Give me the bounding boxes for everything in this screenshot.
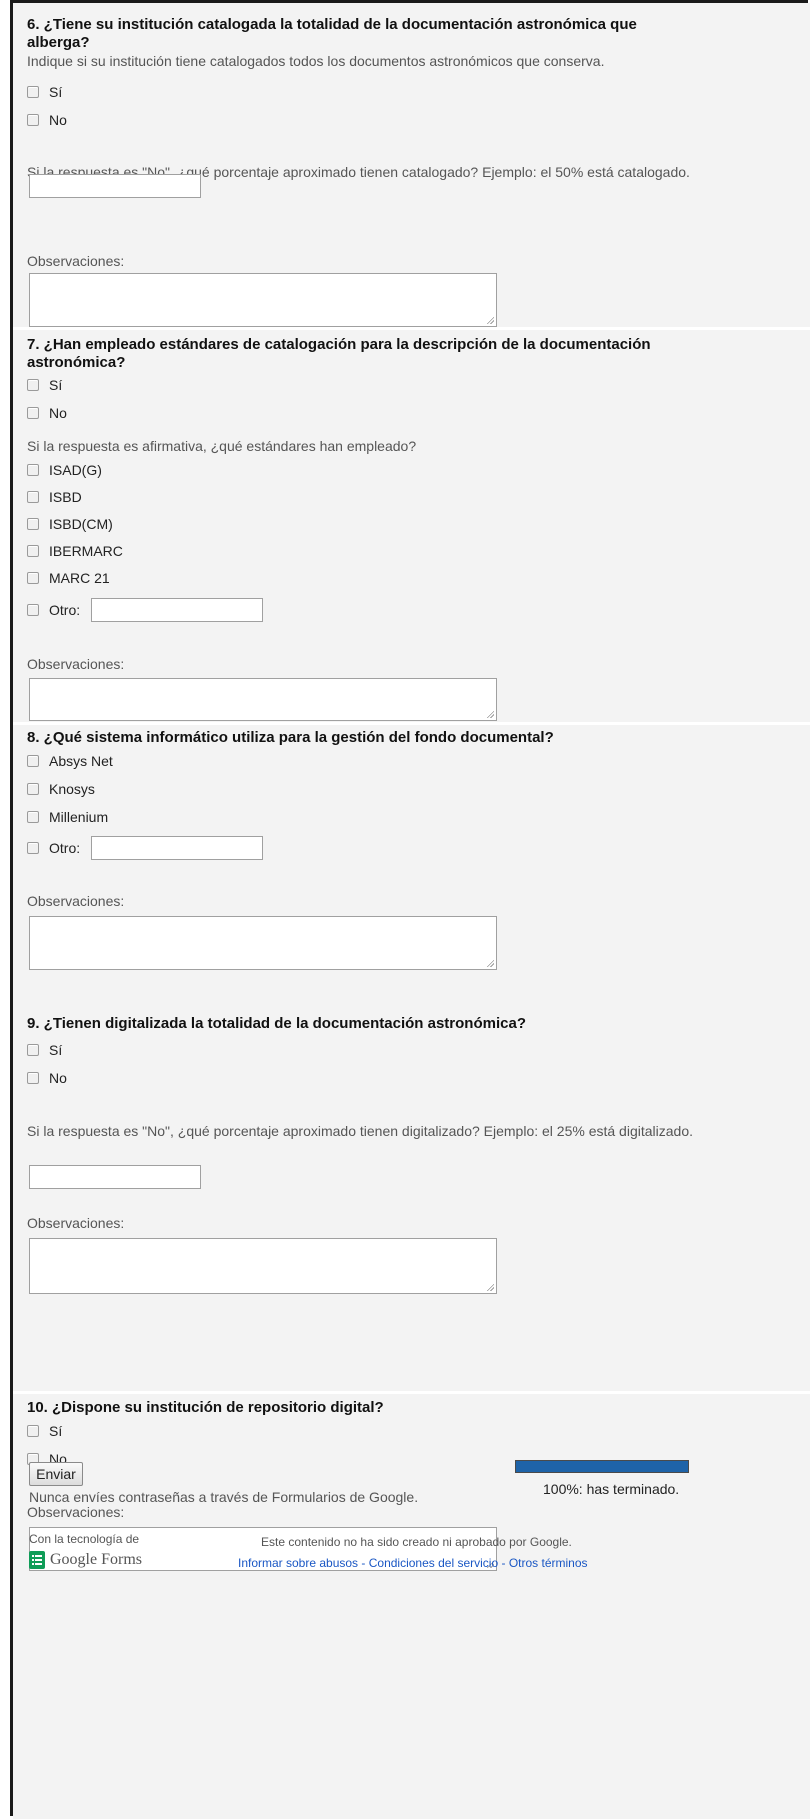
resize-grip-icon[interactable] xyxy=(486,959,494,967)
option-label: No xyxy=(49,405,67,421)
observaciones-label: Observaciones: xyxy=(27,1215,125,1231)
checkbox[interactable] xyxy=(27,464,39,476)
option-no[interactable]: No xyxy=(27,1068,67,1088)
observaciones-label: Observaciones: xyxy=(27,656,125,672)
option-knosys[interactable]: Knosys xyxy=(27,779,95,799)
option-si[interactable]: Sí xyxy=(27,375,62,395)
sub-question: Si la respuesta es afirmativa, ¿qué está… xyxy=(27,438,417,454)
checkbox[interactable] xyxy=(27,1044,39,1056)
option-isbdcm[interactable]: ISBD(CM) xyxy=(27,514,113,534)
footer-links: Informar sobre abusos - Condiciones del … xyxy=(238,1556,588,1570)
progress-label: 100%: has terminado. xyxy=(543,1481,680,1497)
option-si[interactable]: Sí xyxy=(27,1421,62,1441)
option-otro[interactable]: Otro: xyxy=(27,838,80,858)
google-forms-logo[interactable]: Google Forms xyxy=(29,1551,142,1569)
question-9: 9. ¿Tienen digitalizada la totalidad de … xyxy=(13,1005,810,1391)
resize-grip-icon[interactable] xyxy=(486,316,494,324)
checkbox[interactable] xyxy=(27,1072,39,1084)
option-label: Sí xyxy=(49,1042,63,1058)
option-label: Knosys xyxy=(49,781,95,797)
option-absys[interactable]: Absys Net xyxy=(27,751,113,771)
option-marc21[interactable]: MARC 21 xyxy=(27,568,110,588)
option-label: No xyxy=(49,112,67,128)
observaciones-textarea[interactable] xyxy=(29,273,497,327)
password-warning: Nunca envíes contraseñas a través de For… xyxy=(29,1489,419,1505)
checkbox[interactable] xyxy=(27,842,39,854)
option-label: ISBD(CM) xyxy=(49,516,113,532)
question-help: Indique si su institución tiene cataloga… xyxy=(27,53,605,69)
option-otro[interactable]: Otro: xyxy=(27,600,80,620)
checkbox[interactable] xyxy=(27,604,39,616)
checkbox[interactable] xyxy=(27,755,39,767)
observaciones-label: Observaciones: xyxy=(27,1504,125,1520)
terms-link[interactable]: Condiciones del servicio xyxy=(369,1556,498,1570)
observaciones-label: Observaciones: xyxy=(27,893,125,909)
option-isadg[interactable]: ISAD(G) xyxy=(27,460,102,480)
question-7: 7. ¿Han empleado estándares de catalogac… xyxy=(13,330,810,722)
otro-input[interactable] xyxy=(91,598,263,622)
question-6: 6. ¿Tiene su institución catalogada la t… xyxy=(13,3,810,330)
checkbox[interactable] xyxy=(27,1425,39,1437)
checkbox[interactable] xyxy=(27,491,39,503)
option-no[interactable]: No xyxy=(27,403,67,423)
option-millenium[interactable]: Millenium xyxy=(27,807,108,827)
option-label: ISAD(G) xyxy=(49,462,102,478)
percent-input[interactable] xyxy=(29,174,201,198)
option-label: IBERMARC xyxy=(49,543,123,559)
option-label: Absys Net xyxy=(49,753,113,769)
otro-input[interactable] xyxy=(91,836,263,860)
link-separator: - xyxy=(498,1556,509,1570)
question-title: 7. ¿Han empleado estándares de catalogac… xyxy=(27,336,651,371)
disclaimer: Este contenido no ha sido creado ni apro… xyxy=(261,1535,572,1549)
google-forms-icon xyxy=(29,1551,45,1569)
option-label: Sí xyxy=(49,1423,63,1439)
observaciones-textarea[interactable] xyxy=(29,678,497,721)
checkbox[interactable] xyxy=(27,572,39,584)
sub-question: Si la respuesta es "No", ¿qué porcentaje… xyxy=(27,1123,693,1139)
option-label: Otro: xyxy=(49,840,81,856)
form-frame: 6. ¿Tiene su institución catalogada la t… xyxy=(10,0,810,1819)
resize-grip-icon[interactable] xyxy=(486,1283,494,1291)
checkbox[interactable] xyxy=(27,811,39,823)
option-label: No xyxy=(49,1070,67,1086)
option-si[interactable]: Sí xyxy=(27,82,62,102)
question-8: 8. ¿Qué sistema informático utiliza para… xyxy=(13,725,810,1005)
checkbox[interactable] xyxy=(27,379,39,391)
submit-button[interactable]: Enviar xyxy=(29,1462,83,1486)
question-title: 9. ¿Tienen digitalizada la totalidad de … xyxy=(27,1015,526,1032)
other-terms-link[interactable]: Otros términos xyxy=(509,1556,588,1570)
option-label: Sí xyxy=(49,84,63,100)
report-abuse-link[interactable]: Informar sobre abusos xyxy=(238,1556,358,1570)
observaciones-textarea[interactable] xyxy=(29,916,497,970)
question-title: 8. ¿Qué sistema informático utiliza para… xyxy=(27,729,554,746)
resize-grip-icon[interactable] xyxy=(486,710,494,718)
powered-by-label: Con la tecnología de xyxy=(29,1532,140,1546)
option-label: ISBD xyxy=(49,489,82,505)
option-label: Sí xyxy=(49,377,63,393)
observaciones-label: Observaciones: xyxy=(27,253,125,269)
checkbox[interactable] xyxy=(27,407,39,419)
progress-bar xyxy=(515,1460,689,1473)
percent-input[interactable] xyxy=(29,1165,201,1189)
option-isbd[interactable]: ISBD xyxy=(27,487,82,507)
question-title: 6. ¿Tiene su institución catalogada la t… xyxy=(27,16,637,51)
option-ibermarc[interactable]: IBERMARC xyxy=(27,541,123,561)
option-no[interactable]: No xyxy=(27,110,67,130)
checkbox[interactable] xyxy=(27,783,39,795)
option-label: MARC 21 xyxy=(49,570,110,586)
option-si[interactable]: Sí xyxy=(27,1040,62,1060)
brand-name: Google Forms xyxy=(50,1551,142,1568)
checkbox[interactable] xyxy=(27,545,39,557)
progress-fill xyxy=(516,1461,688,1472)
option-label: Millenium xyxy=(49,809,109,825)
checkbox[interactable] xyxy=(27,518,39,530)
observaciones-textarea[interactable] xyxy=(29,1238,497,1294)
question-title: 10. ¿Dispone su institución de repositor… xyxy=(27,1399,384,1416)
link-separator: - xyxy=(358,1556,369,1570)
checkbox[interactable] xyxy=(27,114,39,126)
option-label: Otro: xyxy=(49,602,81,618)
question-10: 10. ¿Dispone su institución de repositor… xyxy=(13,1394,810,1819)
checkbox[interactable] xyxy=(27,86,39,98)
